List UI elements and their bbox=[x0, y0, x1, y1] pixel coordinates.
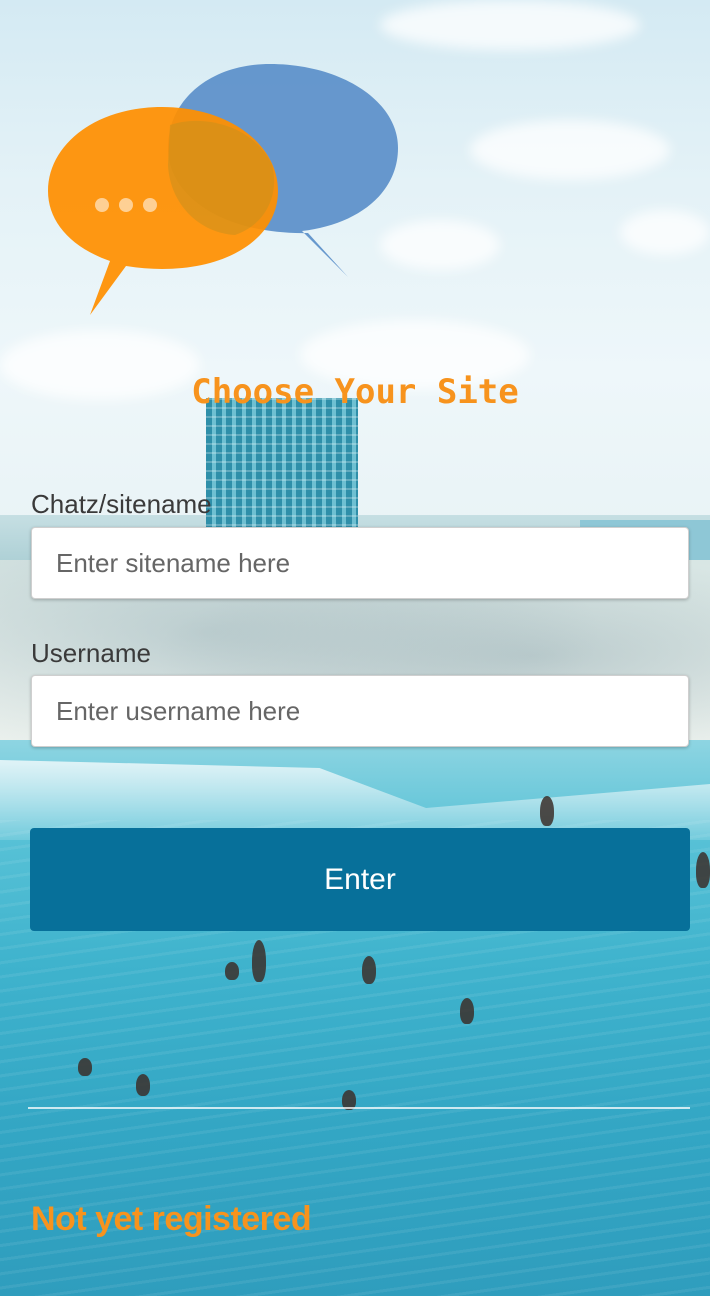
swimmer bbox=[362, 956, 376, 984]
swimmer bbox=[540, 796, 554, 826]
swimmer bbox=[460, 998, 474, 1024]
divider bbox=[28, 1107, 690, 1109]
swimmer bbox=[696, 852, 710, 888]
chat-bubbles-icon bbox=[48, 64, 398, 315]
cloud bbox=[620, 210, 710, 255]
cloud bbox=[380, 0, 640, 50]
enter-button[interactable]: Enter bbox=[30, 828, 690, 931]
username-input[interactable] bbox=[31, 675, 689, 747]
sitename-input[interactable] bbox=[31, 527, 689, 599]
username-label: Username bbox=[31, 638, 151, 668]
swimmer bbox=[225, 962, 239, 980]
sitename-label: Chatz/sitename bbox=[31, 489, 212, 519]
cloud bbox=[470, 120, 670, 180]
register-link[interactable]: Not yet registered bbox=[31, 1200, 312, 1239]
swimmer bbox=[78, 1058, 92, 1076]
tower-building bbox=[206, 398, 358, 530]
swimmer bbox=[252, 940, 266, 982]
page-title: Choose Your Site bbox=[191, 372, 519, 412]
swimmer bbox=[136, 1074, 150, 1096]
